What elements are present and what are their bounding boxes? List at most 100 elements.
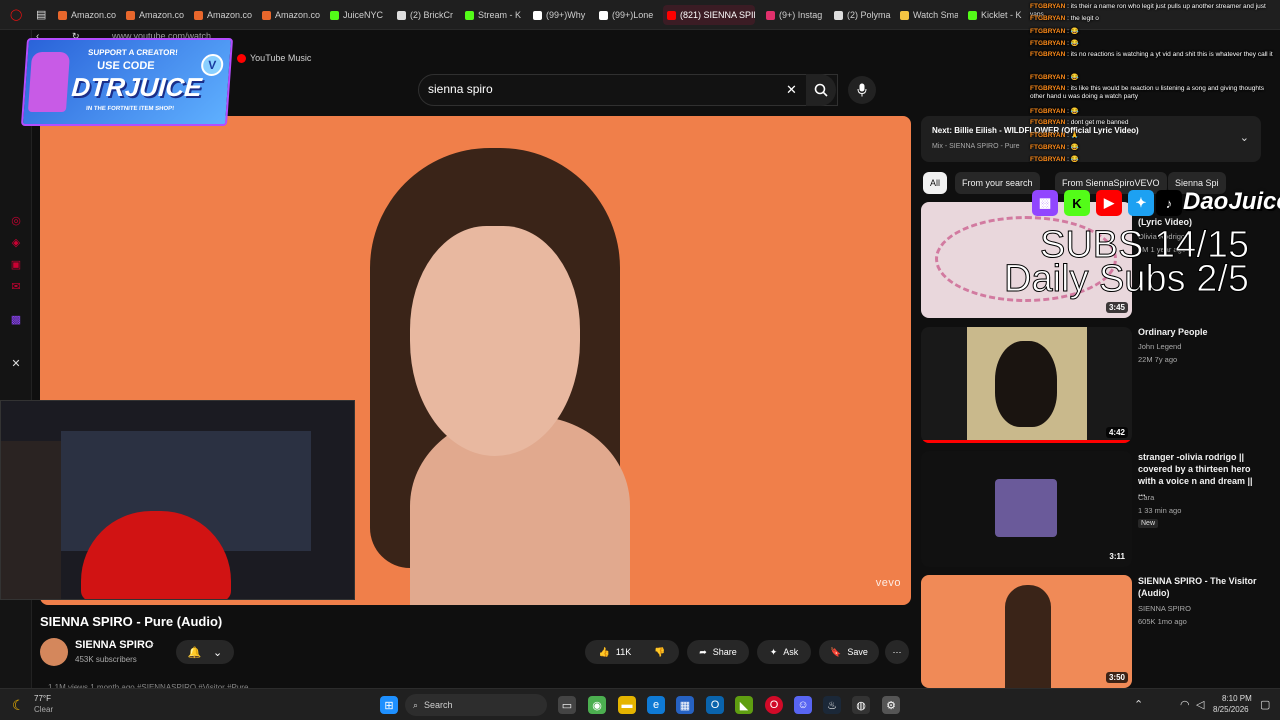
chrome-icon[interactable]: ◉: [588, 696, 606, 714]
chat-message: FTGBRYAN : dont get me banned: [1030, 119, 1129, 126]
chat-text: 😂: [1070, 144, 1079, 151]
sidebar-x-icon[interactable]: ✕: [9, 357, 23, 371]
browser-tab[interactable]: Amazon.co: [194, 6, 254, 24]
clock-date[interactable]: 8/25/2026: [1213, 705, 1249, 714]
browser-tab[interactable]: Amazon.co: [126, 6, 186, 24]
weather-icon[interactable]: ☾: [12, 697, 25, 714]
sidebar-messenger-icon[interactable]: ◎: [9, 214, 23, 228]
recommendation-thumbnail[interactable]: 4:42: [921, 327, 1132, 443]
tab-menu-icon[interactable]: ▤: [36, 8, 46, 21]
share-button[interactable]: ➦ Share: [687, 640, 749, 664]
ask-button[interactable]: ✦ Ask: [757, 640, 811, 664]
recommendation-thumbnail[interactable]: 3:11: [921, 451, 1132, 567]
youtube-icon: ▶: [1096, 190, 1122, 216]
taskbar-search[interactable]: ⌕ Search: [405, 694, 547, 716]
nvidia-icon[interactable]: ◣: [735, 696, 753, 714]
browser-logo-icon[interactable]: ◯: [10, 8, 22, 21]
recommendation-stats: 22M 7y ago: [1138, 355, 1178, 364]
recommendation-stats: 605K 1mo ago: [1138, 617, 1187, 626]
weather-temp[interactable]: 77°F: [34, 694, 51, 703]
search-icon: [814, 83, 828, 97]
steam-icon[interactable]: ♨: [823, 696, 841, 714]
clock-time[interactable]: 8:10 PM: [1222, 694, 1252, 703]
store-icon[interactable]: ▦: [676, 696, 694, 714]
opera-icon[interactable]: O: [765, 696, 783, 714]
notification-icon[interactable]: ▢: [1260, 698, 1270, 711]
duration-badge: 3:50: [1105, 672, 1128, 683]
discord-icon[interactable]: ☺: [794, 696, 812, 714]
browser-tab[interactable]: Amazon.co: [262, 6, 322, 24]
recommendation-title[interactable]: Ordinary People: [1138, 326, 1260, 338]
browser-tab[interactable]: (99+)Why: [533, 6, 589, 24]
start-icon[interactable]: ⊞: [380, 696, 398, 714]
browser-tab[interactable]: Kicklet - K: [968, 6, 1026, 24]
tab-favicon-icon: [262, 10, 271, 20]
tab-favicon-icon: [397, 10, 406, 20]
recommendation-channel[interactable]: Cara: [1138, 493, 1154, 502]
llama-icon: [27, 52, 71, 112]
tab-label: Amazon.co: [275, 10, 321, 20]
browser-tab[interactable]: Stream - K: [465, 6, 523, 24]
browser-tab[interactable]: Watch Sma: [900, 6, 958, 24]
chat-username: FTGBRYAN: [1030, 51, 1066, 58]
chat-username: FTGBRYAN: [1030, 28, 1066, 35]
filter-chip[interactable]: From your search: [955, 172, 1040, 194]
channel-name[interactable]: SIENNA SPIRO: [75, 639, 153, 651]
windows-taskbar: ☾ 77°F Clear ⊞ ⌕ Search ▭ ◉ ▬ e ▦ O ◣ O …: [0, 688, 1280, 720]
clear-search-icon[interactable]: ✕: [786, 82, 797, 98]
browser-tab[interactable]: Amazon.co: [58, 6, 118, 24]
tab-favicon-icon: [58, 10, 67, 20]
chat-username: FTGBRYAN: [1030, 144, 1066, 151]
ask-label: Ask: [783, 647, 799, 657]
outlook-icon[interactable]: O: [706, 696, 724, 714]
settings-icon[interactable]: ⚙: [882, 696, 900, 714]
sidebar-bag-icon[interactable]: ◈: [9, 236, 23, 250]
sidebar-instagram-icon[interactable]: ▣: [9, 258, 23, 272]
tab-label: Kicklet - K: [981, 10, 1022, 20]
thumbnail-art: [995, 479, 1057, 537]
chat-message: FTGBRYAN : 😂: [1030, 107, 1079, 115]
recommendation-channel[interactable]: SIENNA SPIRO: [1138, 604, 1191, 613]
album-art-face: [410, 226, 580, 456]
tab-favicon-icon: [330, 10, 339, 20]
volume-icon[interactable]: ◁: [1196, 698, 1204, 711]
save-button[interactable]: 🔖 Save: [819, 640, 879, 664]
more-actions-button[interactable]: ⋯: [885, 640, 909, 664]
like-button[interactable]: 👍 11K: [590, 640, 640, 664]
file-explorer-icon[interactable]: ▬: [618, 696, 636, 714]
browser-tab[interactable]: (2) Polyma: [834, 6, 892, 24]
browser-tab[interactable]: (821) SIENNA SPIR: [663, 5, 755, 25]
recommendation-title[interactable]: SIENNA SPIRO - The Visitor (Audio): [1138, 575, 1260, 599]
tray-chevron-icon[interactable]: ⌃: [1134, 698, 1143, 711]
thumbnail-art: [967, 327, 1087, 440]
vbucks-icon: V: [200, 54, 224, 76]
vevo-watermark: vevo: [875, 577, 901, 589]
browser-tab[interactable]: JuiceNYC: [330, 6, 386, 24]
filter-chip[interactable]: All: [923, 172, 948, 194]
recommendation-title[interactable]: stranger -olivia rodrigo || covered by a…: [1138, 451, 1260, 499]
obs-icon[interactable]: ◍: [852, 696, 870, 714]
dislike-button[interactable]: 👎: [648, 640, 672, 664]
recommendation-thumbnail[interactable]: 3:50: [921, 575, 1132, 688]
search-query-text[interactable]: sienna spiro: [428, 82, 493, 96]
up-next-subtitle: Mix - SIENNA SPIRO - Pure: [932, 143, 1020, 150]
browser-tab[interactable]: (2) BrickCr: [397, 6, 455, 24]
browser-tab[interactable]: (99+)Lone: [599, 6, 655, 24]
notification-button[interactable]: 🔔 ⌄: [176, 640, 234, 664]
edge-icon[interactable]: e: [647, 696, 665, 714]
bell-icon: 🔔: [187, 646, 202, 659]
browser-tab[interactable]: (9+) Instag: [766, 6, 826, 24]
watch-progress-bar: [921, 440, 1132, 443]
task-view-icon[interactable]: ▭: [558, 696, 576, 714]
sidebar-mail-icon[interactable]: ✉: [9, 280, 23, 294]
share-label: Share: [712, 647, 737, 657]
tab-label: Amazon.co: [207, 10, 253, 20]
chat-text: its no reactions is watching a yt vid an…: [1070, 51, 1273, 58]
wifi-icon[interactable]: ◠: [1180, 698, 1190, 711]
recommendation-channel[interactable]: John Legend: [1138, 342, 1181, 351]
voice-search-button[interactable]: [848, 76, 876, 104]
channel-avatar[interactable]: [40, 638, 68, 666]
sidebar-twitch-icon[interactable]: ▩: [9, 313, 23, 327]
chat-username: FTGBRYAN: [1030, 3, 1066, 10]
chevron-down-icon: ⌄: [213, 646, 223, 659]
